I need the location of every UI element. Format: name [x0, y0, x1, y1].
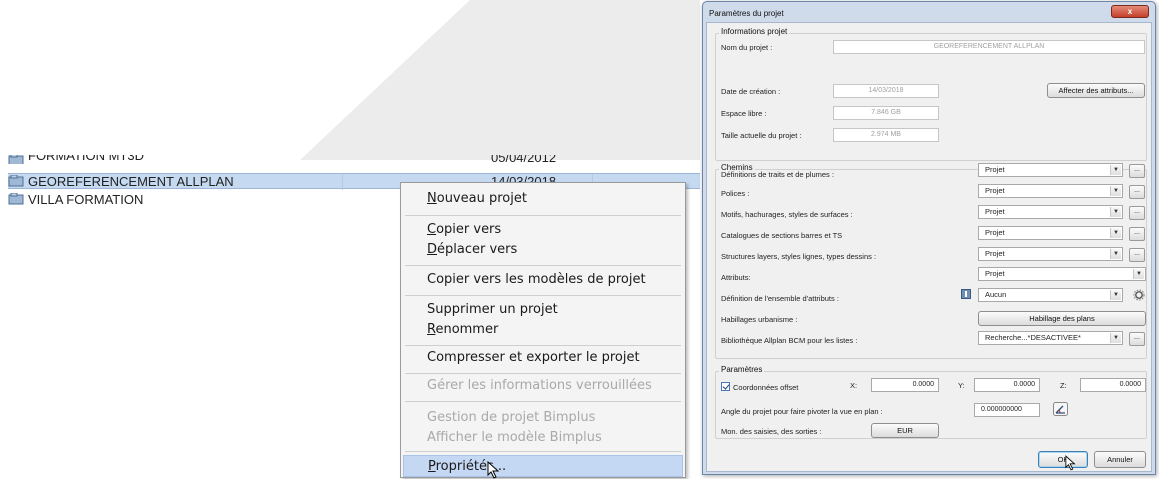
- context-menu: Nouveau projet Copier vers Déplacer vers…: [400, 182, 686, 479]
- currency-button[interactable]: EUR: [871, 423, 939, 438]
- chevron-down-icon: ▼: [1110, 228, 1121, 238]
- project-folder-icon: [8, 175, 24, 187]
- path-label-attributes: Attributs:: [721, 273, 751, 282]
- menu-item-delete-project[interactable]: Supprimer un projet: [403, 299, 683, 321]
- bcm-library-label: Bibliothèque Allplan BCM pour les listes…: [721, 336, 858, 345]
- z-label: Z:: [1060, 381, 1067, 390]
- ok-button[interactable]: OK: [1038, 451, 1088, 468]
- project-folder-icon: [8, 193, 24, 205]
- creation-date-field: 14/03/2018: [833, 84, 939, 98]
- project-name: VILLA FORMATION: [28, 191, 144, 207]
- project-name-field: GEOREFERENCEMENT ALLPLAN: [833, 40, 1145, 54]
- path-label-patterns: Motifs, hachurages, styles de surfaces :: [721, 210, 853, 219]
- urbanism-label: Habillages urbanisme :: [721, 315, 798, 324]
- chevron-down-icon: ▼: [1110, 186, 1121, 196]
- bcm-library-select[interactable]: Recherche...*DESACTIVEE* ▼: [978, 331, 1123, 345]
- free-space-label: Espace libre :: [721, 109, 767, 118]
- menu-separator: [405, 373, 681, 374]
- browse-button[interactable]: ...: [1129, 227, 1145, 241]
- list-item[interactable]: FORMATION MT3D 05/04/2012: [8, 155, 700, 164]
- menu-separator: [405, 451, 681, 452]
- browse-button[interactable]: ...: [1129, 164, 1145, 178]
- browse-button[interactable]: ...: [1129, 332, 1145, 346]
- chevron-down-icon: ▼: [1110, 249, 1121, 259]
- cancel-button[interactable]: Annuler: [1094, 451, 1146, 468]
- y-label: Y:: [958, 381, 965, 390]
- browse-button[interactable]: ...: [1129, 206, 1145, 220]
- path-select-layers[interactable]: Projet ▼: [978, 247, 1123, 261]
- menu-item-properties[interactable]: Propriétés...: [403, 455, 683, 477]
- x-coordinate-input[interactable]: 0.0000: [871, 378, 939, 392]
- project-date: 05/04/2012: [491, 155, 557, 164]
- column-separator: [342, 174, 343, 190]
- chevron-down-icon: ▼: [1110, 333, 1121, 343]
- currency-label: Mon. des saisies, des sorties :: [721, 427, 822, 436]
- mouse-cursor-icon: [487, 461, 500, 479]
- project-name-label: Nom du projet :: [721, 43, 773, 52]
- browse-button[interactable]: ...: [1129, 248, 1145, 262]
- menu-item-rename[interactable]: Renommer: [403, 319, 683, 341]
- chevron-down-icon: ▼: [1110, 165, 1121, 175]
- path-label-attribute-set: Définition de l'ensemble d'attributs :: [721, 294, 839, 303]
- x-label: X:: [850, 381, 858, 390]
- project-settings-dialog: Paramètres du projet x Informations proj…: [702, 1, 1156, 475]
- chevron-down-icon: ▼: [1110, 207, 1121, 217]
- params-group-title: Paramètres: [719, 365, 765, 374]
- menu-item-copy-to-templates[interactable]: Copier vers les modèles de projet: [403, 269, 683, 291]
- angle-input[interactable]: 0.000000000: [974, 403, 1040, 417]
- chevron-down-icon: ▼: [1133, 269, 1144, 279]
- free-space-field: 7.846 GB: [833, 106, 939, 120]
- menu-separator: [405, 295, 681, 296]
- chevron-down-icon: ▼: [1110, 290, 1121, 300]
- creation-date-label: Date de création :: [721, 87, 781, 96]
- menu-item-bimplus-management: Gestion de projet Bimplus: [427, 410, 596, 425]
- project-name: FORMATION MT3D: [28, 155, 145, 163]
- project-size-label: Taille actuelle du projet :: [721, 131, 802, 140]
- browse-button[interactable]: ...: [1129, 185, 1145, 199]
- dialog-title: Paramètres du projet: [709, 9, 784, 18]
- menu-item-manage-locks: Gérer les informations verrouillées: [427, 378, 652, 393]
- menu-separator: [405, 401, 681, 402]
- path-select-patterns[interactable]: Projet ▼: [978, 205, 1123, 219]
- menu-item-bimplus-model: Afficher le modèle Bimplus: [427, 430, 602, 445]
- gear-icon[interactable]: [1133, 289, 1145, 301]
- angle-pick-icon[interactable]: [1053, 402, 1068, 416]
- plan-dressing-button[interactable]: Habillage des plans: [978, 311, 1146, 326]
- menu-item-new-project[interactable]: Nouveau projet: [403, 188, 683, 210]
- menu-item-copy-to[interactable]: Copier vers: [403, 219, 683, 241]
- path-select-fonts[interactable]: Projet ▼: [978, 184, 1123, 198]
- project-size-field: 2.974 MB: [833, 128, 939, 142]
- path-label-sections: Catalogues de sections barres et TS: [721, 231, 843, 240]
- path-select-sections[interactable]: Projet ▼: [978, 226, 1123, 240]
- project-name: GEOREFERENCEMENT ALLPLAN: [28, 173, 234, 189]
- y-coordinate-input[interactable]: 0.0000: [974, 378, 1040, 392]
- z-coordinate-input[interactable]: 0.0000: [1080, 378, 1146, 392]
- menu-separator: [405, 265, 681, 266]
- dialog-body: Informations projet Nom du projet : GEOR…: [706, 22, 1152, 472]
- offset-label: Coordonnées offset: [733, 383, 799, 392]
- path-select-attribute-set[interactable]: Aucun ▼: [978, 288, 1123, 302]
- path-select-attributes[interactable]: Projet ▼: [978, 267, 1146, 281]
- project-folder-icon: [8, 155, 24, 164]
- menu-separator: [405, 345, 681, 346]
- info-group-title: Informations projet: [719, 27, 790, 36]
- close-button[interactable]: x: [1111, 5, 1149, 18]
- mouse-cursor-icon: [1065, 455, 1076, 471]
- assign-attributes-button[interactable]: Affecter des attributs...: [1047, 83, 1145, 98]
- offset-checkbox[interactable]: [721, 382, 730, 391]
- angle-label: Angle du projet pour faire pivoter la vu…: [721, 407, 883, 416]
- menu-item-compress-export[interactable]: Compresser et exporter le projet: [403, 347, 683, 369]
- info-icon[interactable]: [961, 289, 971, 299]
- menu-item-move-to[interactable]: Déplacer vers: [403, 239, 683, 261]
- path-label-lines-pens: Définitions de traits et de plumes :: [721, 170, 834, 179]
- path-label-layers: Structures layers, styles lignes, types …: [721, 252, 877, 261]
- menu-separator: [405, 215, 681, 216]
- path-select-lines-pens[interactable]: Projet ▼: [978, 163, 1123, 177]
- path-label-fonts: Polices :: [721, 189, 750, 198]
